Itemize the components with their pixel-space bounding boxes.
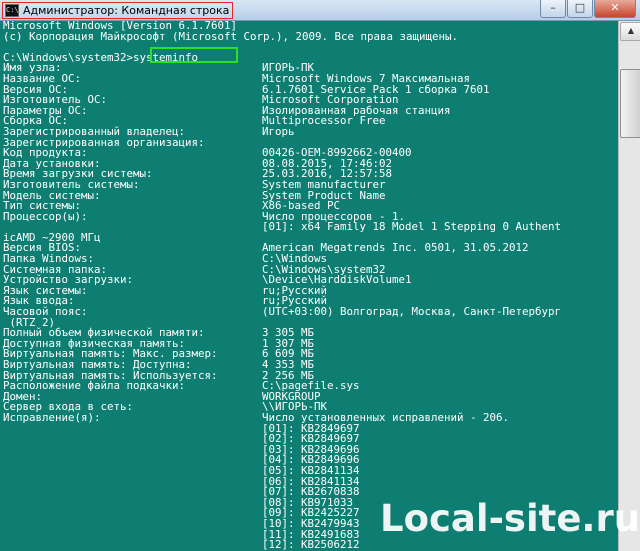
header-line: (c) Корпорация Майкрософт (Microsoft Cor…	[3, 29, 459, 43]
title-bar[interactable]: C:\ Администратор: Командная строка – □ …	[0, 0, 640, 21]
info-value: (UTC+03:00) Волгоград, Москва, Санкт-Пет…	[262, 305, 562, 319]
info-key: Процессор(ы):	[3, 209, 88, 223]
scroll-thumb[interactable]	[620, 69, 640, 138]
console-output[interactable]: Microsoft Windows [Version 6.1.7601] (c)…	[3, 21, 616, 551]
info-row: [12]: KB2506212	[3, 538, 616, 551]
cmd-icon: C:\	[5, 4, 19, 17]
title-highlight: C:\ Администратор: Командная строка	[2, 2, 234, 19]
close-button[interactable]: ✕	[594, 0, 636, 18]
info-value: Игорь	[262, 124, 295, 138]
info-row: Часовой пояс: (UTC+03:00) Волгоград, Моск…	[3, 305, 616, 319]
scroll-up-icon[interactable]: ▲	[620, 22, 640, 41]
minimize-button[interactable]: –	[540, 0, 566, 18]
console-line: (c) Корпорация Майкрософт (Microsoft Cor…	[3, 29, 616, 43]
window-controls: – □ ✕	[539, 0, 636, 18]
window-title: Администратор: Командная строка	[23, 4, 230, 17]
maximize-button[interactable]: □	[567, 0, 593, 18]
info-key: Исправление(я):	[3, 410, 101, 424]
info-value: [12]: KB2506212	[262, 538, 360, 551]
watermark: Local-site.ru	[380, 497, 640, 540]
info-value: [01]: x64 Family 18 Model 1 Stepping 0 A…	[262, 220, 562, 234]
vertical-scrollbar[interactable]: ▲	[618, 21, 640, 551]
command-highlight	[150, 47, 238, 63]
